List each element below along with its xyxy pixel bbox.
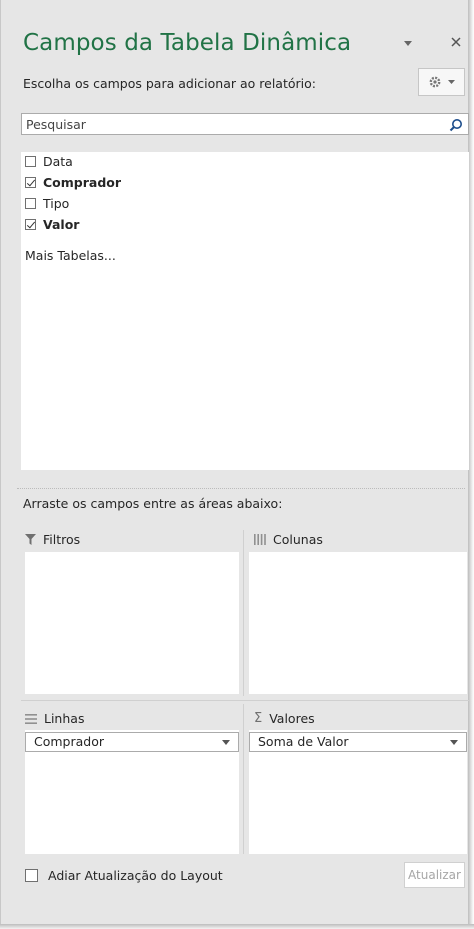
rows-area-header: Linhas xyxy=(25,711,84,726)
defer-layout-update[interactable]: Adiar Atualização do Layout xyxy=(25,868,223,883)
update-button[interactable]: Atualizar xyxy=(404,862,465,888)
rows-field-dropdown[interactable]: Comprador xyxy=(25,732,239,752)
gear-icon xyxy=(429,76,441,88)
filters-drop-area[interactable] xyxy=(25,552,239,694)
tools-button[interactable] xyxy=(418,68,465,96)
checkbox[interactable] xyxy=(25,197,36,209)
field-label: Data xyxy=(43,153,73,169)
filters-label: Filtros xyxy=(43,532,81,547)
drag-instruction: Arraste os campos entre as áreas abaixo: xyxy=(23,496,283,511)
chevron-down-icon xyxy=(222,740,230,745)
more-tables-link[interactable]: Mais Tabelas... xyxy=(25,248,116,263)
rows-drop-area[interactable]: Comprador xyxy=(25,730,239,854)
task-pane-options-button[interactable] xyxy=(397,34,419,54)
area-separator-vertical xyxy=(243,530,244,696)
checkbox[interactable] xyxy=(25,176,36,188)
defer-label: Adiar Atualização do Layout xyxy=(48,868,223,883)
close-icon xyxy=(451,37,461,47)
area-separator-vertical xyxy=(243,704,244,854)
close-button[interactable] xyxy=(445,34,467,54)
chevron-down-icon xyxy=(448,79,455,84)
chevron-down-icon xyxy=(450,740,458,745)
filters-area-header: Filtros xyxy=(25,532,80,547)
field-label: Tipo xyxy=(43,195,70,211)
search-icon[interactable] xyxy=(449,117,463,136)
values-drop-area[interactable]: Soma de Valor xyxy=(249,730,467,854)
search-box[interactable] xyxy=(21,113,469,135)
field-item-valor[interactable]: Valor xyxy=(25,215,79,233)
field-item-tipo[interactable]: Tipo xyxy=(25,194,69,212)
filter-icon xyxy=(25,534,36,545)
field-item-data[interactable]: Data xyxy=(25,152,73,170)
checkbox[interactable] xyxy=(25,155,36,167)
values-field-label: Soma de Valor xyxy=(258,734,349,749)
columns-area-header: Colunas xyxy=(254,532,323,547)
columns-drop-area[interactable] xyxy=(249,552,467,694)
area-separator-horizontal xyxy=(21,700,469,701)
rows-icon xyxy=(25,713,37,724)
field-label: Comprador xyxy=(43,174,122,190)
search-input[interactable] xyxy=(22,114,440,135)
pivot-fields-pane: Campos da Tabela Dinâmica Escolha os cam… xyxy=(0,0,469,924)
values-field-dropdown[interactable]: Soma de Valor xyxy=(249,732,467,752)
rows-label: Linhas xyxy=(44,711,85,726)
checkbox[interactable] xyxy=(25,218,36,230)
field-list: Data Comprador Tipo Valor Mais Tabelas..… xyxy=(21,152,469,470)
field-item-comprador[interactable]: Comprador xyxy=(25,173,121,191)
columns-icon xyxy=(254,534,266,545)
field-label: Valor xyxy=(43,216,80,232)
window-shadow-bottom xyxy=(0,924,474,929)
values-area-header: Σ Valores xyxy=(254,711,315,726)
instruction-text: Escolha os campos para adicionar ao rela… xyxy=(23,76,316,91)
defer-checkbox[interactable] xyxy=(25,869,38,882)
section-divider xyxy=(17,488,465,489)
rows-field-label: Comprador xyxy=(34,734,105,749)
sigma-icon: Σ xyxy=(254,711,263,726)
chevron-down-icon xyxy=(404,41,412,46)
columns-label: Colunas xyxy=(273,532,323,547)
pane-title: Campos da Tabela Dinâmica xyxy=(23,30,352,56)
values-label: Valores xyxy=(269,711,315,726)
